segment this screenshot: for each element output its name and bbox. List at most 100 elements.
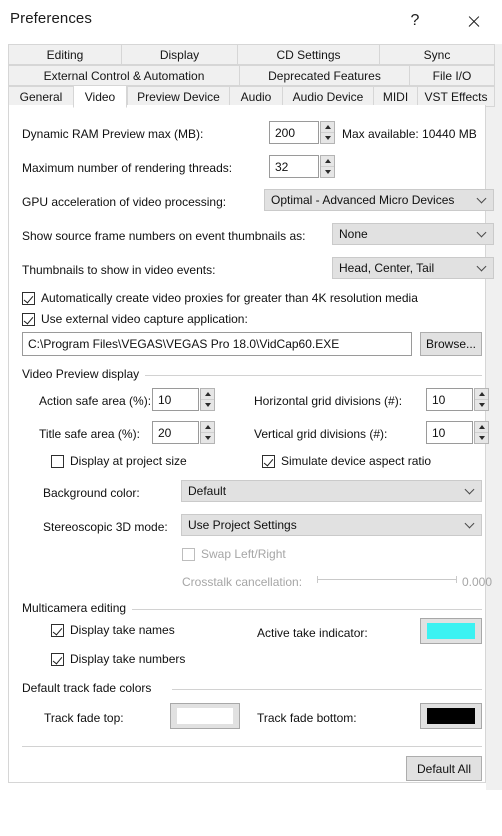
checkbox-box bbox=[22, 291, 35, 305]
track-fade-bottom-swatch[interactable] bbox=[420, 703, 482, 729]
group-divider bbox=[143, 375, 482, 376]
title-safe-stepper[interactable] bbox=[200, 421, 215, 444]
dynamic-ram-preview-input[interactable]: 200 bbox=[269, 121, 319, 144]
display-take-names-label: Display take names bbox=[70, 623, 175, 637]
tab-vst-effects[interactable]: VST Effects bbox=[417, 86, 495, 107]
tab-row-2: External Control & Automation Deprecated… bbox=[8, 65, 495, 86]
tab-audio-device[interactable]: Audio Device bbox=[282, 86, 373, 107]
stepper-up[interactable] bbox=[475, 389, 488, 399]
stepper-up[interactable] bbox=[475, 422, 488, 432]
tab-label: MIDI bbox=[382, 89, 409, 104]
vertical-grid-input[interactable]: 10 bbox=[426, 421, 473, 444]
stepper-up[interactable] bbox=[201, 389, 214, 399]
help-button[interactable]: ? bbox=[392, 0, 438, 42]
close-button[interactable] bbox=[450, 0, 496, 42]
tab-editing[interactable]: Editing bbox=[8, 44, 121, 65]
track-fade-top-swatch[interactable] bbox=[170, 703, 240, 729]
action-safe-stepper[interactable] bbox=[200, 388, 215, 411]
thumbnails-select[interactable]: Head, Center, Tail bbox=[332, 257, 494, 279]
triangle-up-icon bbox=[324, 125, 331, 129]
background-color-select[interactable]: Default bbox=[181, 480, 482, 502]
tab-label: File I/O bbox=[432, 68, 472, 83]
tab-external-control-automation[interactable]: External Control & Automation bbox=[8, 65, 239, 86]
triangle-down-icon bbox=[204, 403, 211, 407]
horizontal-grid-stepper[interactable] bbox=[474, 388, 489, 411]
tab-label: Sync bbox=[423, 47, 451, 62]
horizontal-grid-label: Horizontal grid divisions (#): bbox=[254, 394, 403, 408]
stepper-up[interactable] bbox=[321, 156, 334, 166]
stepper-down[interactable] bbox=[321, 166, 334, 177]
triangle-down-icon bbox=[324, 136, 331, 140]
stepper-up[interactable] bbox=[321, 122, 334, 132]
tab-label: External Control & Automation bbox=[43, 68, 205, 83]
display-take-names-checkbox[interactable]: Display take names bbox=[51, 623, 175, 637]
background-color-label: Background color: bbox=[43, 486, 140, 500]
checkbox-box bbox=[22, 312, 35, 326]
simulate-device-aspect-ratio-label: Simulate device aspect ratio bbox=[281, 454, 432, 468]
capture-path-input[interactable]: C:\Program Files\VEGAS\VEGAS Pro 18.0\Vi… bbox=[22, 332, 412, 356]
stepper-down[interactable] bbox=[201, 432, 214, 443]
tab-general[interactable]: General bbox=[8, 86, 73, 107]
action-safe-input[interactable]: 10 bbox=[152, 388, 199, 411]
active-take-indicator-label: Active take indicator: bbox=[257, 626, 368, 640]
source-frame-numbers-label: Show source frame numbers on event thumb… bbox=[22, 229, 306, 243]
source-frame-numbers-select[interactable]: None bbox=[332, 223, 494, 245]
max-available-label: Max available: 10440 MB bbox=[342, 127, 477, 141]
stepper-down[interactable] bbox=[475, 399, 488, 410]
chevron-down-icon bbox=[466, 520, 474, 528]
video-settings-panel: Dynamic RAM Preview max (MB): 200 Max av… bbox=[8, 105, 494, 783]
browse-button-label: Browse... bbox=[425, 337, 476, 351]
dynamic-ram-preview-stepper[interactable] bbox=[320, 121, 335, 144]
display-take-numbers-checkbox[interactable]: Display take numbers bbox=[51, 652, 185, 666]
rendering-threads-input[interactable]: 32 bbox=[269, 155, 319, 178]
stepper-down[interactable] bbox=[201, 399, 214, 410]
browse-button[interactable]: Browse... bbox=[420, 332, 482, 356]
crosstalk-slider[interactable] bbox=[317, 571, 457, 587]
triangle-down-icon bbox=[478, 436, 485, 440]
stepper-down[interactable] bbox=[321, 132, 334, 143]
tab-label: Preview Device bbox=[137, 89, 220, 104]
tab-row-3: General Video Preview Device Audio Audio… bbox=[8, 85, 495, 108]
horizontal-grid-input[interactable]: 10 bbox=[426, 388, 473, 411]
title-safe-input[interactable]: 20 bbox=[152, 421, 199, 444]
multicamera-editing-group: Multicamera editing Display take names D… bbox=[22, 601, 482, 671]
swap-left-right-checkbox[interactable]: Swap Left/Right bbox=[182, 547, 286, 561]
tab-label: Display bbox=[159, 47, 200, 62]
tab-display[interactable]: Display bbox=[121, 44, 237, 65]
display-at-project-size-checkbox[interactable]: Display at project size bbox=[51, 454, 187, 468]
chevron-down-icon bbox=[478, 195, 486, 203]
track-fade-bottom-label: Track fade bottom: bbox=[257, 711, 357, 725]
gpu-acceleration-label: GPU acceleration of video processing: bbox=[22, 195, 227, 209]
checkbox-box bbox=[262, 454, 275, 468]
panel-right-gap bbox=[486, 44, 502, 790]
active-take-indicator-swatch[interactable] bbox=[420, 618, 482, 644]
auto-video-proxies-checkbox[interactable]: Automatically create video proxies for g… bbox=[22, 291, 418, 305]
tab-sync[interactable]: Sync bbox=[379, 44, 495, 65]
external-capture-checkbox[interactable]: Use external video capture application: bbox=[22, 312, 248, 326]
chevron-down-icon bbox=[478, 229, 486, 237]
stepper-up[interactable] bbox=[201, 422, 214, 432]
checkbox-box bbox=[51, 623, 64, 637]
tab-cd-settings[interactable]: CD Settings bbox=[237, 44, 379, 65]
crosstalk-label: Crosstalk cancellation: bbox=[182, 575, 303, 589]
video-preview-display-title: Video Preview display bbox=[22, 367, 146, 381]
stepper-down[interactable] bbox=[475, 432, 488, 443]
track-fade-colors-title: Default track fade colors bbox=[22, 681, 158, 695]
simulate-device-aspect-ratio-checkbox[interactable]: Simulate device aspect ratio bbox=[262, 454, 431, 468]
footer-divider bbox=[22, 746, 482, 747]
tab-strip: Editing Display CD Settings Sync Externa… bbox=[8, 44, 495, 108]
tab-deprecated-features[interactable]: Deprecated Features bbox=[239, 65, 409, 86]
tab-preview-device[interactable]: Preview Device bbox=[127, 86, 229, 107]
display-take-numbers-label: Display take numbers bbox=[70, 652, 186, 666]
tab-midi[interactable]: MIDI bbox=[373, 86, 417, 107]
stereoscopic-mode-select[interactable]: Use Project Settings bbox=[181, 514, 482, 536]
triangle-up-icon bbox=[478, 392, 485, 396]
rendering-threads-stepper[interactable] bbox=[320, 155, 335, 178]
tab-video[interactable]: Video bbox=[73, 85, 127, 108]
gpu-acceleration-select[interactable]: Optimal - Advanced Micro Devices bbox=[264, 189, 494, 211]
thumbnails-label: Thumbnails to show in video events: bbox=[22, 263, 216, 277]
tab-file-io[interactable]: File I/O bbox=[409, 65, 495, 86]
tab-audio[interactable]: Audio bbox=[229, 86, 282, 107]
default-all-button[interactable]: Default All bbox=[406, 756, 482, 781]
vertical-grid-stepper[interactable] bbox=[474, 421, 489, 444]
